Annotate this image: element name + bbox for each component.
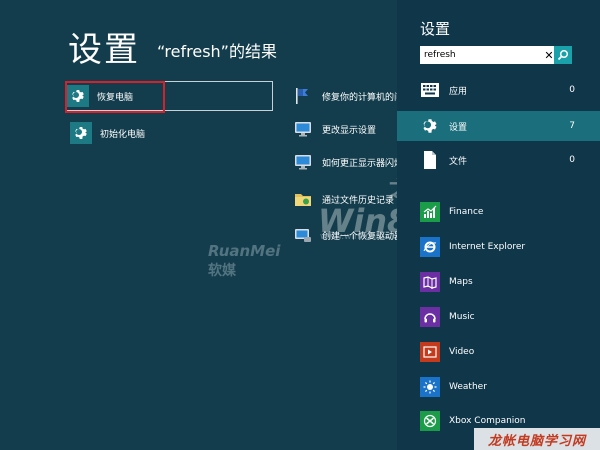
result-item-recovery-drive[interactable]: 创建一个恢复驱动器 [292,221,397,249]
app-label: Internet Explorer [449,242,526,252]
watermark-text: RuanMei [208,242,281,260]
app-label: Xbox Companion [449,416,526,426]
result-label: 创建一个恢复驱动器 [322,231,397,242]
watermark-text: 软媒 [208,263,236,279]
app-item-maps[interactable]: Maps [397,267,600,297]
search-button[interactable] [554,46,572,64]
app-item-internet-explorer[interactable]: Internet Explorer [397,232,600,262]
scope-label: 应用 [449,86,468,97]
app-label: Maps [449,277,473,287]
recovery-drive-icon [292,224,314,246]
search-results-pane: 设置 “refresh”的结果 恢复电脑 初始化电脑 修复你的计算机的问 更改显… [0,0,397,450]
xbox-icon [420,411,440,431]
result-item-change-display[interactable]: 更改显示设置 [292,115,397,143]
app-item-weather[interactable]: Weather [397,372,600,402]
scope-files[interactable]: 文件 0 [397,145,600,175]
app-label: Music [449,312,475,322]
search-box: ✕ [420,46,572,64]
finance-icon [420,202,440,222]
charm-title: 设置 [420,20,451,38]
result-label: 更改显示设置 [322,125,377,136]
app-item-finance[interactable]: Finance [397,197,600,227]
result-item-restore-pc[interactable]: 恢复电脑 [66,81,273,111]
search-charm-pane: 设置 ✕ 应用 0 设置 7 文件 0 Finance [397,0,600,450]
scope-apps[interactable]: 应用 0 [397,75,600,105]
app-label: Weather [449,382,487,392]
keyboard-icon [420,80,440,100]
app-item-music[interactable]: Music [397,302,600,332]
result-label: 通过文件历史记录 [322,195,395,206]
result-item-fix-computer[interactable]: 修复你的计算机的问 [292,82,397,110]
weather-icon [420,377,440,397]
app-label: Finance [449,207,484,217]
search-input[interactable] [420,47,542,63]
app-item-video[interactable]: Video [397,337,600,367]
result-label: 恢复电脑 [97,92,134,103]
file-icon [420,150,440,170]
folder-history-icon [292,188,314,210]
scope-count: 7 [569,121,575,131]
scope-settings[interactable]: 设置 7 [397,111,600,141]
results-query-label: “refresh”的结果 [157,42,277,61]
monitor-icon [292,151,314,173]
scope-count: 0 [569,85,575,95]
result-item-flicker-fix[interactable]: 如何更正显示器闪烁 [292,148,397,176]
flag-icon [292,85,314,107]
video-icon [420,342,440,362]
result-label: 修复你的计算机的问 [322,92,397,103]
gear-icon [67,85,89,107]
scope-label: 文件 [449,156,468,167]
footer-watermark: 龙帐电脑学习网 [474,428,600,450]
result-label: 如何更正显示器闪烁 [322,158,397,169]
result-label: 初始化电脑 [100,129,146,140]
maps-icon [420,272,440,292]
gear-icon [70,122,92,144]
scope-label: 设置 [449,122,468,133]
result-item-file-history[interactable]: 通过文件历史记录 [292,185,397,213]
scope-count: 0 [569,155,575,165]
music-icon [420,307,440,327]
ie-icon [420,237,440,257]
results-title: 设置 [68,30,140,70]
monitor-icon [292,118,314,140]
result-item-reset-pc[interactable]: 初始化电脑 [70,119,230,147]
gear-icon [420,116,440,136]
search-icon [557,49,569,61]
app-label: Video [449,347,475,357]
